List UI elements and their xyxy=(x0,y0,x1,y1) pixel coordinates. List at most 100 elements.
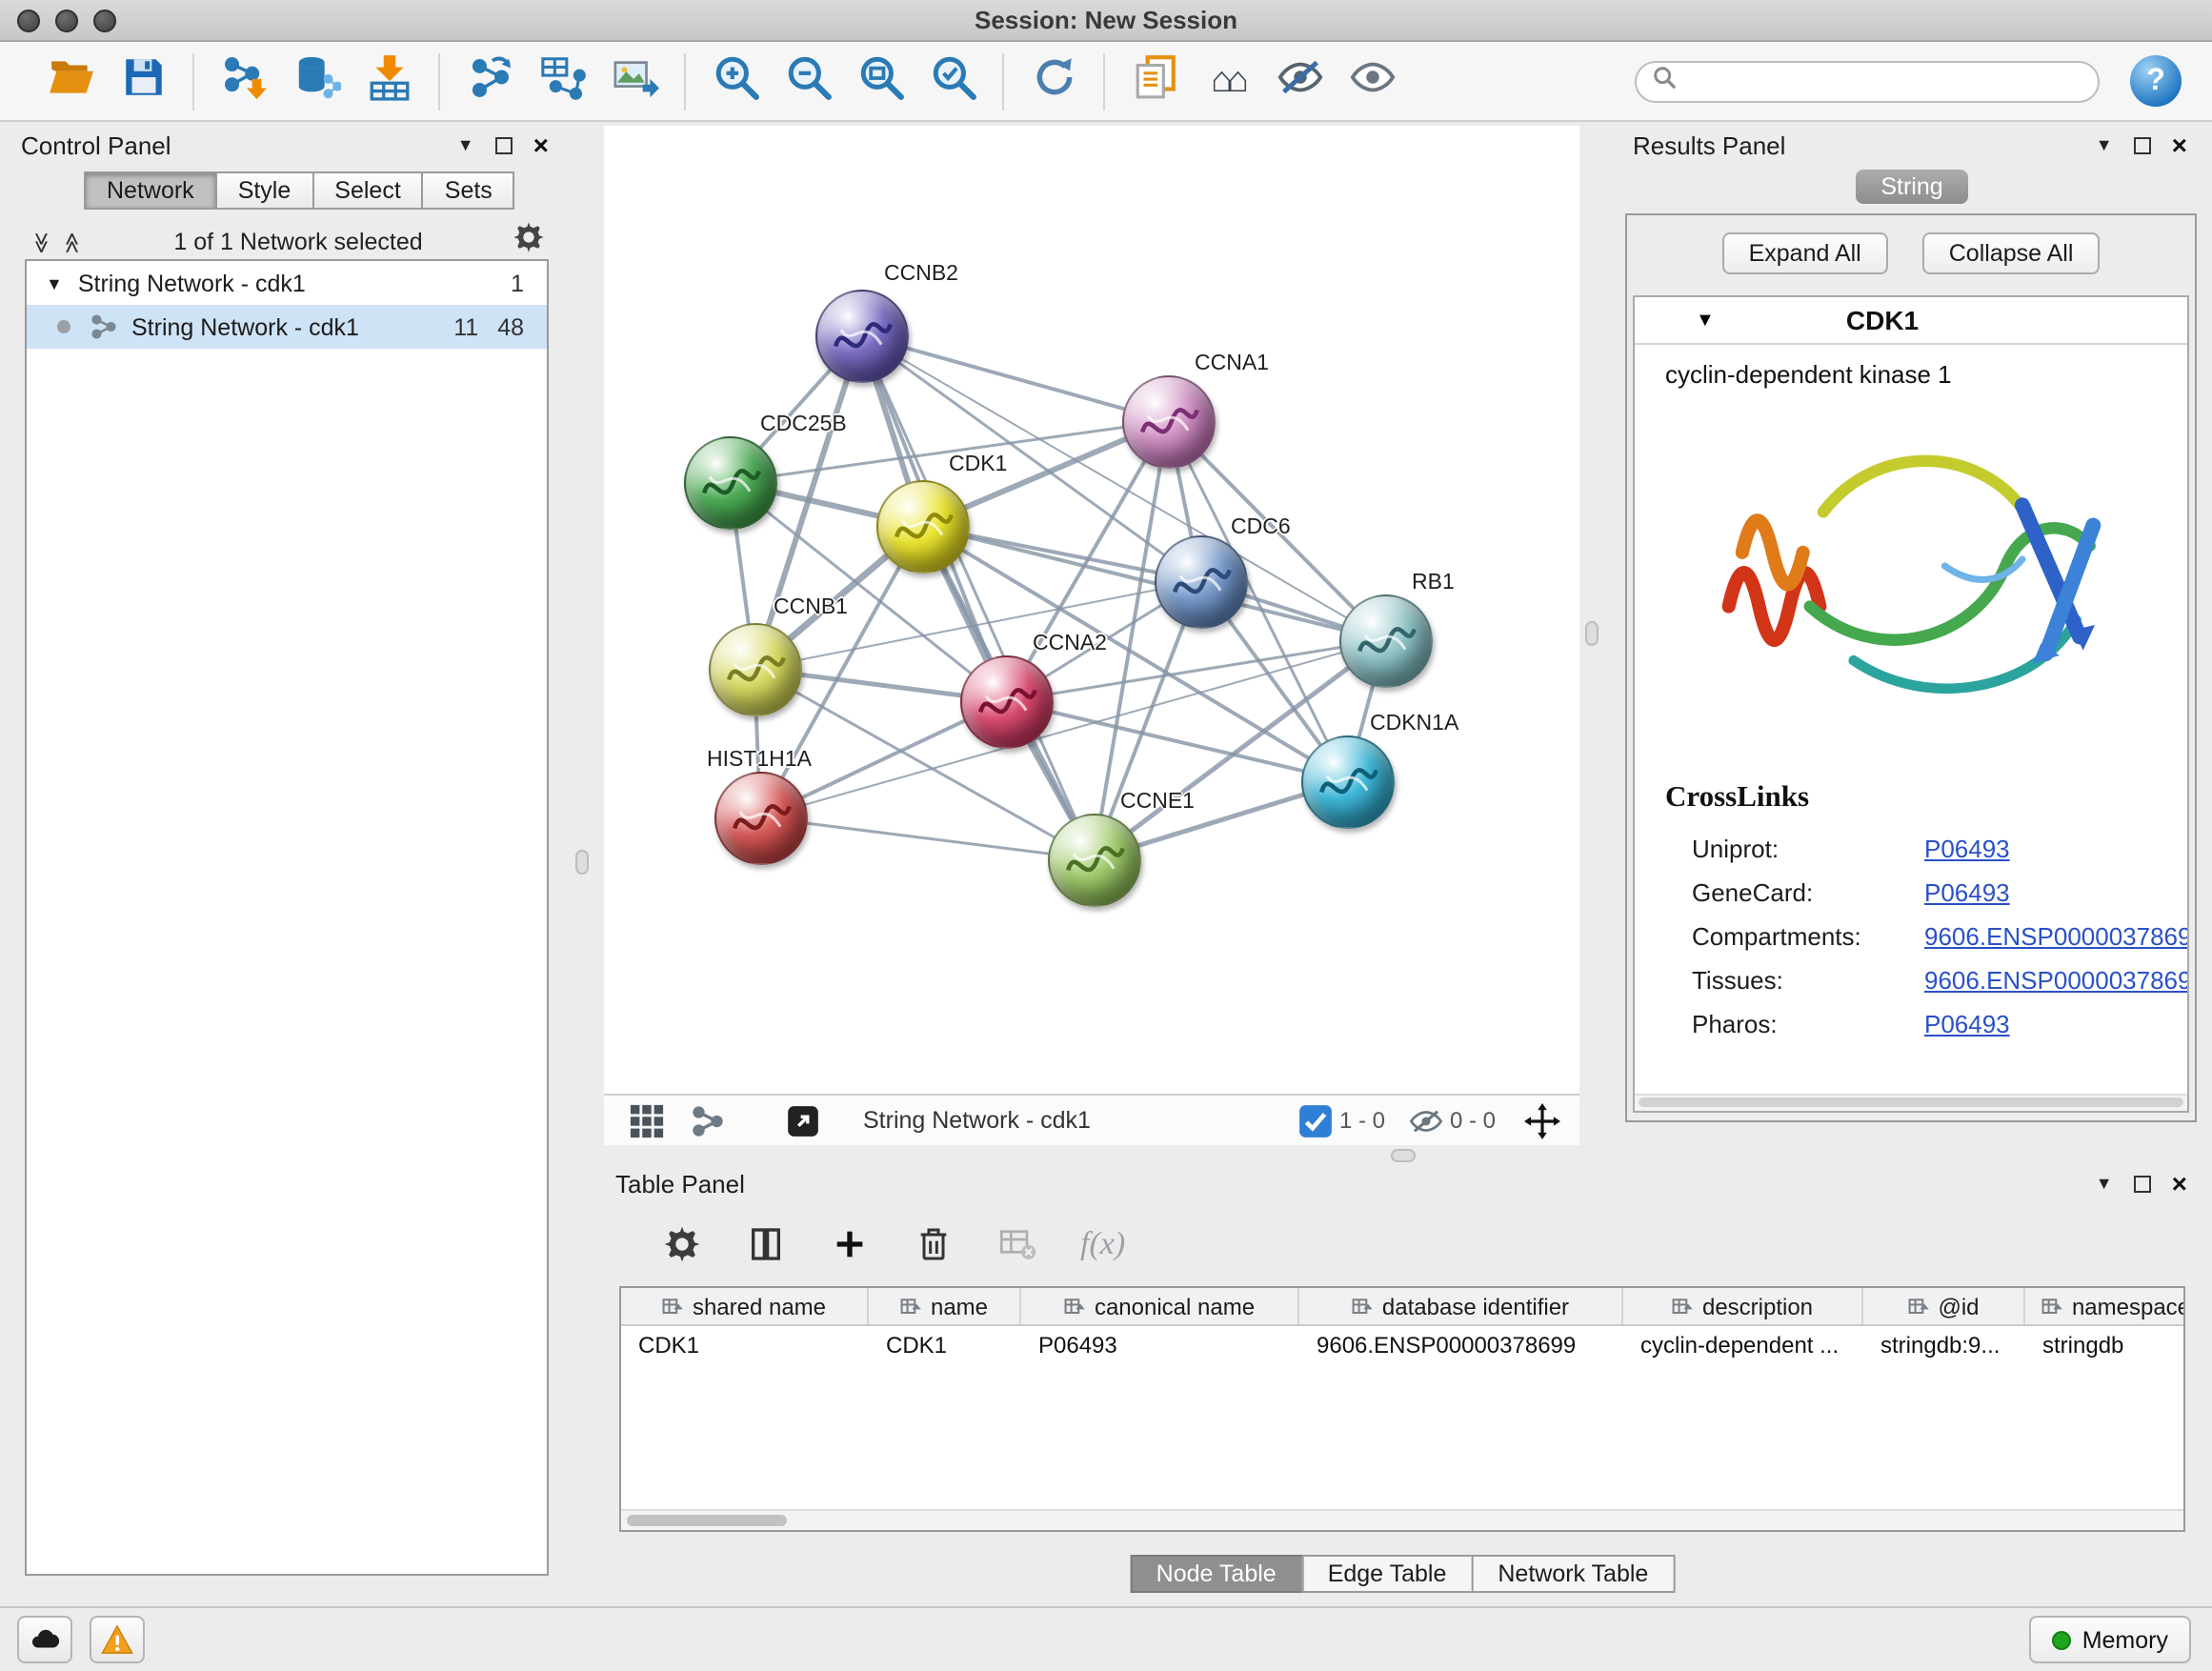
gene-caret-icon[interactable]: ▼ xyxy=(1696,310,1715,331)
table-cell[interactable]: stringdb:9... xyxy=(1863,1326,2025,1364)
save-session-button[interactable] xyxy=(114,52,171,110)
window-minimize-button[interactable] xyxy=(55,9,78,31)
node-CCNA1[interactable] xyxy=(1121,374,1215,468)
edge-RB1-HIST1H1A[interactable] xyxy=(760,640,1385,817)
table-row[interactable]: CDK1CDK1P064939606.ENSP00000378699cyclin… xyxy=(621,1326,2183,1364)
hide-graphics-details-button[interactable] xyxy=(1271,52,1328,110)
results-panel-menu-icon[interactable]: ▼ xyxy=(2096,135,2113,154)
memory-button[interactable]: Memory xyxy=(2029,1616,2191,1663)
network-options-gear-icon[interactable] xyxy=(513,221,545,263)
cloud-status-button[interactable] xyxy=(17,1616,72,1663)
tab-sets[interactable]: Sets xyxy=(422,171,515,210)
pan-mode-button[interactable] xyxy=(1518,1097,1564,1143)
create-column-button[interactable] xyxy=(829,1223,871,1265)
zoom-in-button[interactable] xyxy=(707,52,764,110)
tab-style[interactable]: Style xyxy=(215,171,314,210)
window-close-button[interactable] xyxy=(17,9,40,31)
table-cell[interactable]: P06493 xyxy=(1021,1326,1299,1364)
results-horizontal-scrollbar[interactable] xyxy=(1635,1094,2187,1111)
export-image-button[interactable] xyxy=(606,52,663,110)
node-CCNA2[interactable] xyxy=(959,654,1053,748)
bottom-splitter-handle[interactable] xyxy=(1391,1149,1416,1162)
node-CCNB2[interactable] xyxy=(814,289,908,382)
import-network-database-button[interactable] xyxy=(288,52,345,110)
node-CDK1[interactable] xyxy=(875,479,969,573)
table-panel-menu-icon[interactable]: ▼ xyxy=(2096,1174,2113,1193)
control-panel-float-icon[interactable] xyxy=(495,136,513,153)
open-in-new-window-button[interactable] xyxy=(779,1097,825,1143)
node-CDC6[interactable] xyxy=(1154,534,1247,628)
table-scrollbar-thumb[interactable] xyxy=(627,1515,787,1526)
show-columns-button[interactable] xyxy=(745,1223,787,1265)
expand-all-button[interactable]: Expand All xyxy=(1722,232,1888,274)
tab-edge-table[interactable]: Edge Table xyxy=(1301,1555,1474,1593)
delete-table-button[interactable] xyxy=(996,1223,1038,1265)
edge-HIST1H1A-CCNE1[interactable] xyxy=(760,817,1094,859)
tab-string[interactable]: String xyxy=(1856,170,1967,204)
collapse-all-networks-icon[interactable]: ≫ xyxy=(30,231,50,252)
tab-network-table[interactable]: Network Table xyxy=(1471,1555,1675,1593)
table-cell[interactable]: CDK1 xyxy=(621,1326,869,1364)
table-settings-button[interactable] xyxy=(661,1223,703,1265)
refresh-view-button[interactable] xyxy=(1025,52,1082,110)
column-header-name[interactable]: name xyxy=(869,1288,1021,1324)
control-panel-close-icon[interactable]: × xyxy=(533,131,549,158)
table-cell[interactable]: cyclin-dependent ... xyxy=(1623,1326,1863,1364)
column-header-namespace[interactable]: namespace xyxy=(2025,1288,2185,1324)
table-panel-float-icon[interactable] xyxy=(2134,1175,2151,1192)
home-views-button[interactable]: ⌂⌂ xyxy=(1198,52,1256,110)
window-titlebar[interactable]: Session: New Session xyxy=(0,0,2212,42)
show-graphics-details-button[interactable] xyxy=(1343,52,1400,110)
toolbar-search-field[interactable] xyxy=(1635,60,2100,102)
zoom-out-button[interactable] xyxy=(779,52,836,110)
column-header-database-identifier[interactable]: database identifier xyxy=(1299,1288,1623,1324)
crosslink-link[interactable]: 9606.ENSP00000378699 xyxy=(1924,966,2187,995)
expand-all-networks-icon[interactable]: ≫ xyxy=(63,231,84,252)
node-RB1[interactable] xyxy=(1338,594,1432,687)
network-collection-row[interactable]: ▼ String Network - cdk1 1 xyxy=(27,261,547,305)
table-panel-close-icon[interactable]: × xyxy=(2172,1170,2187,1197)
tab-network[interactable]: Network xyxy=(84,171,217,210)
birds-eye-view-button[interactable] xyxy=(623,1097,669,1143)
clipboard-button[interactable] xyxy=(1126,52,1183,110)
results-scrollbar-thumb[interactable] xyxy=(1639,1097,2183,1107)
hidden-indicator-button[interactable] xyxy=(1404,1097,1450,1143)
table-cell[interactable]: CDK1 xyxy=(869,1326,1021,1364)
node-HIST1H1A[interactable] xyxy=(714,771,807,864)
selected-indicator-button[interactable] xyxy=(1294,1097,1339,1143)
node-CDC25B[interactable] xyxy=(683,435,776,529)
table-cell[interactable]: stringdb xyxy=(2025,1326,2185,1364)
tab-select[interactable]: Select xyxy=(312,171,424,210)
crosslink-link[interactable]: 9606.ENSP00000378699 xyxy=(1924,922,2187,951)
node-CDKN1A[interactable] xyxy=(1300,735,1394,828)
results-panel-close-icon[interactable]: × xyxy=(2172,131,2187,158)
collection-caret-icon[interactable]: ▼ xyxy=(46,273,63,292)
network-type-button[interactable] xyxy=(684,1097,730,1143)
right-splitter-handle[interactable] xyxy=(1585,621,1599,646)
column-header-description[interactable]: description xyxy=(1623,1288,1863,1324)
column-header-canonical-name[interactable]: canonical name xyxy=(1021,1288,1299,1324)
open-session-button[interactable] xyxy=(42,52,99,110)
crosslink-link[interactable]: P06493 xyxy=(1924,878,2010,907)
search-input[interactable] xyxy=(1686,66,2082,96)
crosslink-link[interactable]: P06493 xyxy=(1924,835,2010,863)
zoom-fit-button[interactable] xyxy=(852,52,909,110)
network-from-table-button[interactable] xyxy=(533,52,591,110)
window-zoom-button[interactable] xyxy=(93,9,116,31)
zoom-selected-button[interactable] xyxy=(924,52,981,110)
function-builder-button[interactable]: f(x) xyxy=(1080,1225,1125,1263)
table-horizontal-scrollbar[interactable] xyxy=(621,1509,2183,1530)
gene-section-header[interactable]: ▼ CDK1 xyxy=(1635,297,2187,345)
node-CCNB1[interactable] xyxy=(708,622,801,715)
new-network-button[interactable] xyxy=(461,52,518,110)
tab-node-table[interactable]: Node Table xyxy=(1130,1555,1303,1593)
node-CCNE1[interactable] xyxy=(1047,813,1140,906)
import-network-file-button[interactable] xyxy=(215,52,272,110)
delete-column-button[interactable] xyxy=(913,1223,955,1265)
edge-CCNB2-CCNE1[interactable] xyxy=(861,335,1094,859)
import-table-file-button[interactable] xyxy=(360,52,417,110)
collapse-all-button[interactable]: Collapse All xyxy=(1922,232,2101,274)
warnings-button[interactable] xyxy=(90,1616,145,1663)
control-panel-menu-icon[interactable]: ▼ xyxy=(457,135,474,154)
network-row[interactable]: String Network - cdk1 11 48 xyxy=(27,305,547,349)
